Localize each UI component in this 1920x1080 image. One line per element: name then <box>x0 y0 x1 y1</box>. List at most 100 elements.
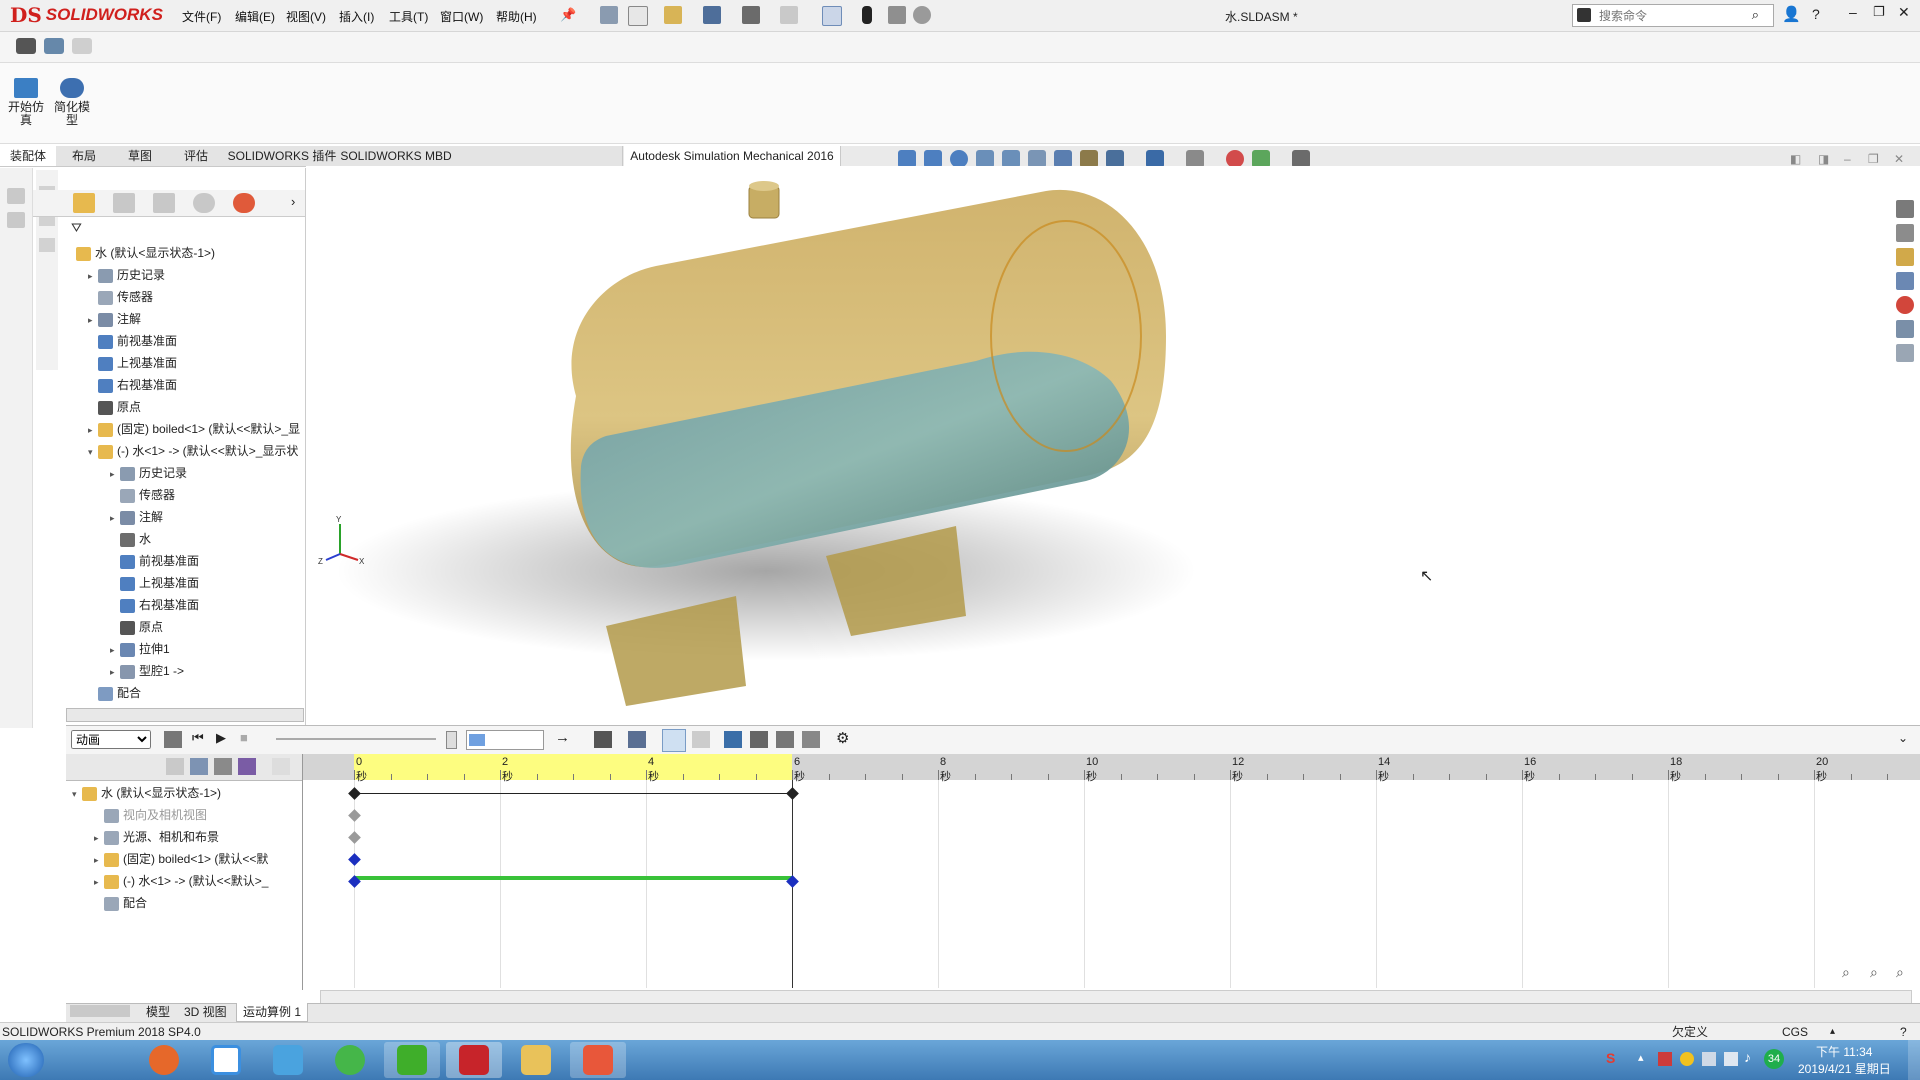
configuration-manager-tab-icon[interactable] <box>153 193 175 213</box>
tray-security-icon[interactable] <box>1680 1052 1694 1066</box>
tab-scroll-arrows[interactable] <box>70 1005 130 1017</box>
expand-toggle-icon[interactable]: ▸ <box>110 507 120 529</box>
tray-app-icon[interactable] <box>1658 1052 1672 1066</box>
tree-item[interactable]: 上视基准面 <box>110 572 199 594</box>
autokey-icon[interactable] <box>662 729 686 752</box>
unit-system[interactable]: CGS <box>1782 1023 1808 1041</box>
tab-blank-2[interactable] <box>508 146 623 166</box>
arrow-right-icon[interactable]: → <box>555 729 570 746</box>
search-input[interactable] <box>1597 6 1741 25</box>
open-folder-icon[interactable] <box>664 6 682 24</box>
calculate-icon[interactable] <box>164 731 182 748</box>
record-video-icon[interactable] <box>72 38 92 54</box>
tab-solidworks-mbd[interactable]: SOLIDWORKS MBD <box>340 146 453 166</box>
status-help-icon[interactable]: ? <box>1900 1023 1907 1041</box>
solidworks-taskbar-button[interactable] <box>446 1042 502 1078</box>
add-key-icon[interactable] <box>692 731 710 748</box>
tank-3d-model[interactable] <box>306 166 1920 726</box>
motion-tree-item[interactable]: ▾ 水 (默认<显示状态-1>) <box>72 782 221 804</box>
expand-toggle-icon[interactable]: ▸ <box>88 265 98 287</box>
tree-item[interactable]: 水 <box>110 528 151 550</box>
tab-autodesk-simulation[interactable]: Autodesk Simulation Mechanical 2016 <box>624 146 841 166</box>
camtasia-taskbar-button[interactable] <box>384 1042 440 1078</box>
forum-icon[interactable] <box>1896 344 1914 362</box>
viewport-split-icon[interactable]: ◨ <box>1818 152 1829 166</box>
start-simulation-button[interactable]: 开始仿 真 <box>2 78 50 127</box>
property-manager-tab-icon[interactable] <box>113 193 135 213</box>
play-icon[interactable]: ▶ <box>216 730 226 746</box>
contact-icon[interactable] <box>776 731 794 748</box>
display-manager-tab-icon[interactable] <box>233 193 255 213</box>
tree-item[interactable]: ▾ (-) 水<1> -> (默认<<默认>_显示状 <box>88 440 298 462</box>
expand-toggle-icon[interactable]: ▸ <box>88 419 98 441</box>
volume-icon[interactable]: ♪ <box>1744 1049 1751 1065</box>
tab-blank-1[interactable] <box>452 146 509 166</box>
user-icon[interactable]: 👤 <box>1782 5 1801 23</box>
filter-animated-icon[interactable] <box>166 758 184 775</box>
traffic-light-icon[interactable] <box>862 6 872 24</box>
sogou-ime-icon[interactable]: S <box>1606 1050 1615 1066</box>
tree-item[interactable]: ▸ 注解 <box>88 308 141 330</box>
viewport-minimize-icon[interactable]: – <box>1844 152 1851 166</box>
baidu-netdisk-taskbar-button[interactable] <box>198 1042 254 1078</box>
expand-toggle-icon[interactable]: ▸ <box>110 463 120 485</box>
motion-study-properties-icon[interactable]: ⚙ <box>836 729 849 747</box>
playback-speed-slider[interactable] <box>276 738 436 740</box>
solidworks-resources-icon[interactable] <box>1896 200 1914 218</box>
playback-mode-select[interactable] <box>466 730 544 750</box>
tree-item[interactable]: 前视基准面 <box>110 550 199 572</box>
timeline-area[interactable] <box>303 754 1920 990</box>
graphics-viewport[interactable]: Y X Z ↖ <box>306 166 1920 726</box>
tree-item[interactable]: 上视基准面 <box>88 352 177 374</box>
dimxpert-tab-icon[interactable] <box>193 193 215 213</box>
pin-icon[interactable]: 📌 <box>560 7 576 23</box>
zoom-out-timeline-icon[interactable]: ⌕ <box>1896 964 1904 981</box>
filter-driving-icon[interactable] <box>190 758 208 775</box>
motion-tree-item[interactable]: ▸ (-) 水<1> -> (默认<<默认>_ <box>94 870 268 892</box>
search-icon[interactable]: ⌕ <box>1752 7 1759 23</box>
tree-horizontal-scrollbar[interactable] <box>66 708 304 722</box>
tray-expand-icon[interactable]: ▴ <box>1638 1051 1644 1064</box>
select-pointer-icon[interactable] <box>822 6 842 26</box>
viewport-maximize-icon[interactable]: ❐ <box>1868 152 1879 166</box>
timeline-scrollbar[interactable] <box>320 990 1912 1004</box>
motion-tree-item[interactable]: ▸ 光源、相机和布景 <box>94 826 219 848</box>
filter-selected-icon[interactable] <box>214 758 232 775</box>
network-icon[interactable] <box>1724 1052 1738 1066</box>
menu-file[interactable]: 文件(F) <box>182 8 221 25</box>
close-window-icon[interactable]: ✕ <box>1898 4 1910 21</box>
filter-off-icon[interactable] <box>272 758 290 775</box>
menu-insert[interactable]: 插入(I) <box>339 8 374 25</box>
fm-side-icon-3[interactable] <box>39 238 55 252</box>
tree-item[interactable]: ▸ 历史记录 <box>88 264 165 286</box>
animation-wizard-icon[interactable] <box>628 731 646 748</box>
zoom-in-timeline-icon[interactable]: ⌕ <box>1870 964 1878 981</box>
expand-toggle-icon[interactable]: ▸ <box>110 661 120 683</box>
expand-toggle-icon[interactable]: ▸ <box>94 871 104 893</box>
tree-item[interactable]: 水 (默认<显示状态-1>) <box>66 242 215 264</box>
simplify-model-button[interactable]: 简化模 型 <box>48 78 96 127</box>
menu-edit[interactable]: 编辑(E) <box>235 8 275 25</box>
tab-model[interactable]: 模型 <box>140 1003 176 1021</box>
water-component-track[interactable] <box>354 876 792 880</box>
motor-icon[interactable] <box>724 731 742 748</box>
tree-item[interactable]: 传感器 <box>88 286 153 308</box>
tree-item[interactable]: ▸ 注解 <box>110 506 163 528</box>
screen-capture-icon[interactable] <box>44 38 64 54</box>
chevron-right-icon[interactable]: › <box>291 194 295 209</box>
print-icon[interactable] <box>742 6 760 24</box>
tree-item[interactable]: 前视基准面 <box>88 330 177 352</box>
tree-item[interactable]: ▸ 拉伸1 <box>110 638 170 660</box>
tab-layout[interactable]: 布局 <box>56 146 113 166</box>
new-document-icon[interactable] <box>628 6 648 26</box>
viewport-restore-icon[interactable]: ◧ <box>1790 152 1801 166</box>
expand-toggle-icon[interactable]: ▾ <box>88 441 98 463</box>
design-library-icon[interactable] <box>1896 224 1914 242</box>
study-type-select[interactable]: 动画 <box>71 730 151 749</box>
undo-icon[interactable] <box>780 6 798 24</box>
tab-motion-study-1[interactable]: 运动算例 1 <box>236 1003 309 1022</box>
restore-window-icon[interactable]: ❐ <box>1873 4 1885 20</box>
play-from-start-icon[interactable]: ⏮ <box>192 730 204 746</box>
stop-icon[interactable]: ■ <box>240 730 248 745</box>
save-icon[interactable] <box>703 6 721 24</box>
